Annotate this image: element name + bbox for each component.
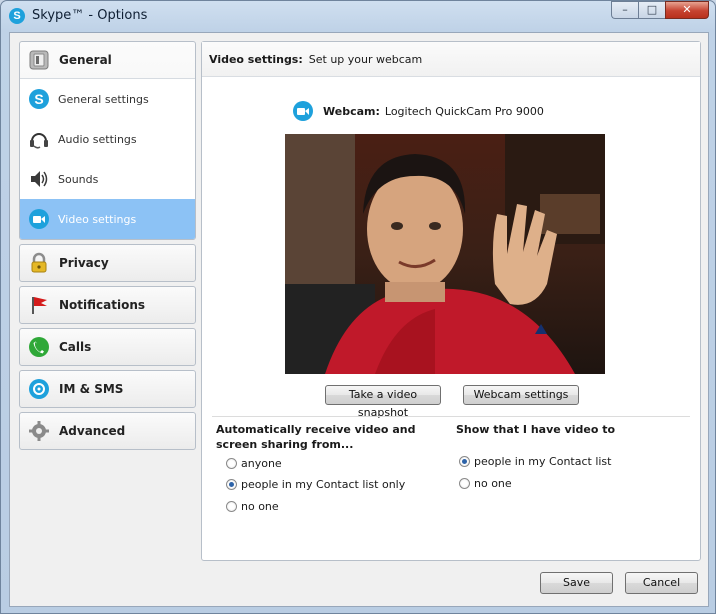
nav-privacy[interactable]: Privacy	[20, 245, 195, 281]
nav-video-settings[interactable]: Video settings	[20, 199, 195, 239]
close-button[interactable]: ✕	[665, 1, 709, 19]
webcam-preview-image	[285, 134, 605, 374]
svg-text:S: S	[34, 91, 43, 107]
general-switch-icon	[28, 49, 50, 71]
gear-icon	[28, 420, 50, 442]
video-camera-icon	[28, 208, 50, 230]
panel-title: Video settings:	[209, 52, 303, 66]
nav-group-privacy: Privacy	[19, 244, 196, 282]
window-title: Skype™ - Options	[32, 8, 148, 23]
receive-option-anyone[interactable]: anyone	[226, 457, 282, 470]
caption-buttons: – □ ✕	[611, 1, 709, 20]
receive-option-label: anyone	[241, 457, 282, 470]
nav-group-general: General S General settings Audio setting…	[19, 41, 196, 240]
client-area: General S General settings Audio setting…	[9, 32, 709, 607]
webcam-preview	[285, 134, 605, 374]
options-navigation: General S General settings Audio setting…	[19, 41, 196, 454]
nav-audio-settings[interactable]: Audio settings	[20, 119, 195, 159]
nav-notifications[interactable]: Notifications	[20, 287, 195, 323]
save-button[interactable]: Save	[540, 572, 613, 594]
radio-button[interactable]	[226, 501, 237, 512]
nav-group-notifications: Notifications	[19, 286, 196, 324]
nav-im-sms-label: IM & SMS	[59, 382, 124, 396]
radio-button-selected[interactable]	[226, 479, 237, 490]
receive-option-no-one[interactable]: no one	[226, 500, 279, 513]
general-subitems: S General settings Audio settings Sounds…	[20, 78, 195, 239]
receive-option-label: people in my Contact list only	[241, 478, 406, 491]
radio-button[interactable]	[459, 478, 470, 489]
padlock-icon	[28, 252, 50, 274]
receive-option-label: no one	[241, 500, 279, 513]
radio-button-selected[interactable]	[459, 456, 470, 467]
nav-advanced[interactable]: Advanced	[20, 413, 195, 449]
nav-group-im-sms: IM & SMS	[19, 370, 196, 408]
nav-im-sms[interactable]: IM & SMS	[20, 371, 195, 407]
show-option-no-one[interactable]: no one	[459, 477, 512, 490]
take-snapshot-button[interactable]: Take a video snapshot	[325, 385, 441, 419]
minimize-button[interactable]: –	[611, 1, 638, 19]
title-bar[interactable]: S Skype™ - Options – □ ✕	[1, 1, 715, 31]
webcam-info: Webcam: Logitech QuickCam Pro 9000	[292, 100, 544, 122]
show-option-label: people in my Contact list	[474, 455, 612, 468]
options-divider	[212, 416, 690, 417]
panel-subtitle: Set up your webcam	[308, 52, 423, 66]
webcam-settings-button[interactable]: Webcam settings	[463, 385, 579, 405]
video-settings-panel: Video settings: Set up your webcam Webca…	[201, 41, 701, 561]
nav-video-settings-label: Video settings	[58, 212, 137, 226]
webcam-label: Webcam:	[323, 104, 380, 118]
headset-icon	[28, 128, 50, 150]
show-option-label: no one	[474, 477, 512, 490]
show-video-title: Show that I have video to	[456, 423, 616, 436]
nav-general[interactable]: General	[20, 42, 195, 78]
cancel-button[interactable]: Cancel	[625, 572, 698, 594]
nav-advanced-label: Advanced	[59, 424, 126, 438]
nav-calls[interactable]: Calls	[20, 329, 195, 365]
nav-sounds[interactable]: Sounds	[20, 159, 195, 199]
nav-privacy-label: Privacy	[59, 256, 109, 270]
red-flag-icon	[28, 294, 50, 316]
maximize-button[interactable]: □	[638, 1, 665, 19]
webcam-name: Logitech QuickCam Pro 9000	[384, 104, 544, 118]
nav-general-label: General	[59, 53, 112, 67]
nav-calls-label: Calls	[59, 340, 92, 354]
nav-audio-settings-label: Audio settings	[58, 132, 137, 146]
nav-notifications-label: Notifications	[59, 298, 146, 312]
receive-option-contacts[interactable]: people in my Contact list only	[226, 478, 405, 491]
nav-general-settings-label: General settings	[58, 92, 149, 106]
phone-icon	[28, 336, 50, 358]
chat-icon	[28, 378, 50, 400]
skype-logo-icon: S	[28, 88, 50, 110]
webcam-icon	[293, 101, 313, 121]
nav-group-calls: Calls	[19, 328, 196, 366]
show-option-contacts[interactable]: people in my Contact list	[459, 455, 611, 468]
nav-group-advanced: Advanced	[19, 412, 196, 450]
panel-header: Video settings: Set up your webcam	[202, 42, 700, 77]
speaker-icon	[28, 168, 50, 190]
nav-general-settings[interactable]: S General settings	[20, 79, 195, 119]
radio-button[interactable]	[226, 458, 237, 469]
options-window: S Skype™ - Options – □ ✕ General S Gener…	[0, 0, 716, 614]
receive-video-title: Automatically receive video and screen s…	[216, 423, 416, 451]
nav-sounds-label: Sounds	[58, 172, 99, 186]
skype-app-icon: S	[9, 8, 25, 24]
